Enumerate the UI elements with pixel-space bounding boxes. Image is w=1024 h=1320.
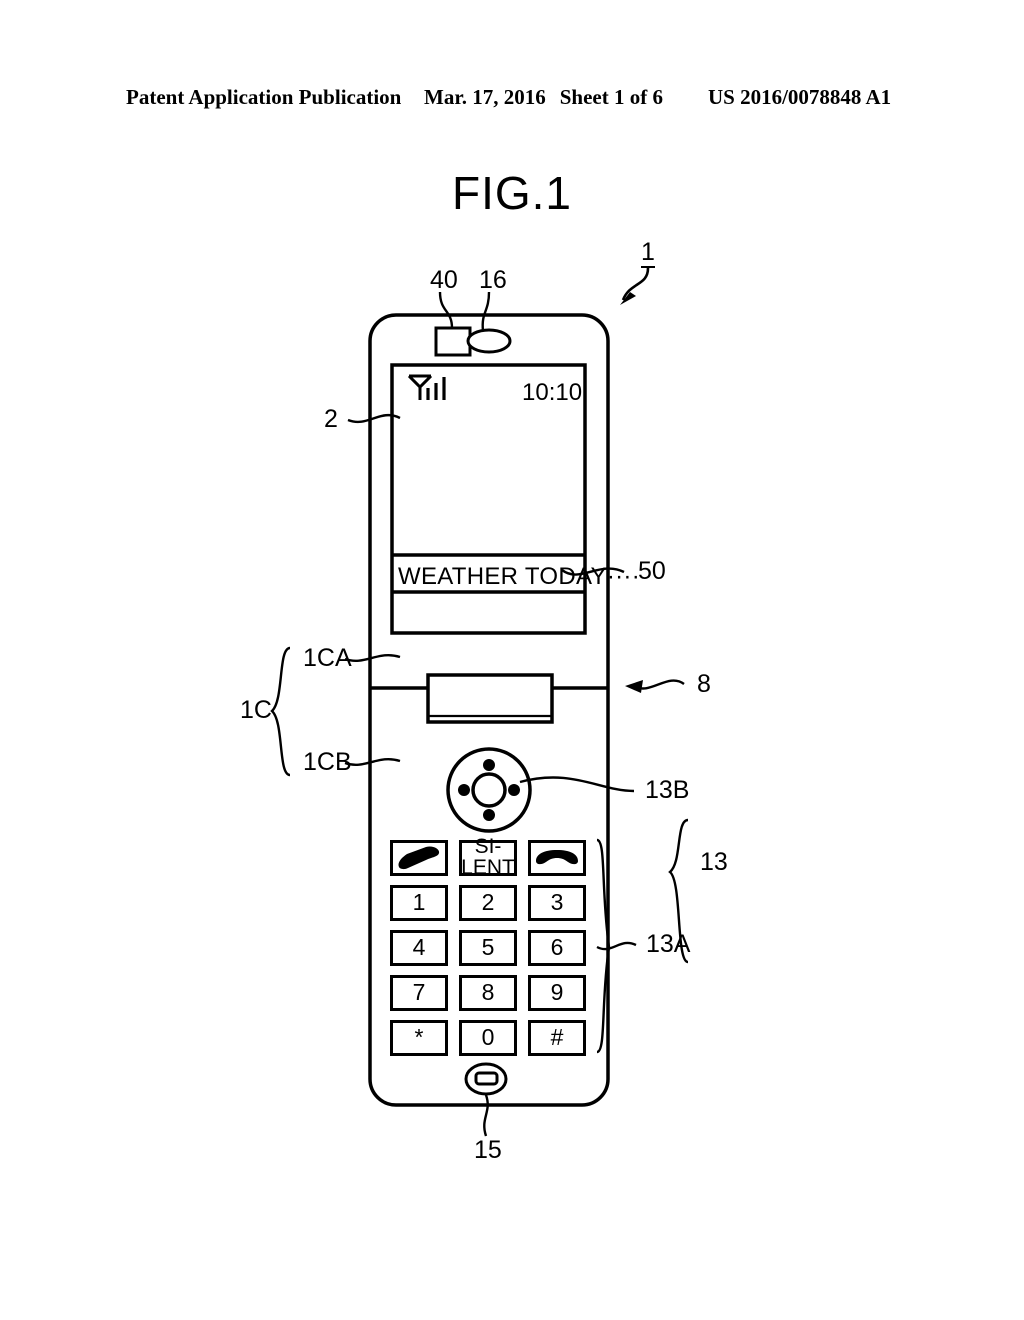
- key-2-label: 2: [481, 889, 495, 916]
- ref-microphone: 15: [474, 1136, 502, 1164]
- key-4[interactable]: 4: [390, 930, 448, 966]
- ref-hinge-section: 1C: [240, 696, 272, 724]
- key-0[interactable]: 0: [459, 1020, 517, 1056]
- key-1[interactable]: 1: [390, 885, 448, 921]
- ref-keypad: 13A: [646, 930, 691, 958]
- ref-display: 2: [324, 405, 338, 433]
- ref-operation-unit: 13: [700, 848, 728, 876]
- key-8-label: 8: [481, 979, 495, 1006]
- key-3[interactable]: 3: [528, 885, 586, 921]
- key-8[interactable]: 8: [459, 975, 517, 1011]
- status-clock: 10:10: [522, 379, 583, 406]
- key-2[interactable]: 2: [459, 885, 517, 921]
- key-5[interactable]: 5: [459, 930, 517, 966]
- key-star[interactable]: *: [390, 1020, 448, 1056]
- silent-key-label: SI- LENT: [461, 835, 515, 879]
- ref-device: 1: [641, 238, 655, 268]
- ref-speaker: 16: [479, 266, 507, 294]
- key-5-label: 5: [481, 934, 495, 961]
- directional-pad-icon[interactable]: [446, 747, 532, 833]
- leader-device: [621, 267, 650, 301]
- speaker-oval-icon: [466, 328, 512, 354]
- camera-square-icon: [434, 326, 472, 357]
- key-9[interactable]: 9: [528, 975, 586, 1011]
- key-3-label: 3: [550, 889, 564, 916]
- key-0-label: 0: [481, 1024, 495, 1051]
- end-call-key[interactable]: [528, 840, 586, 876]
- handset-call-icon: [398, 846, 440, 870]
- key-6[interactable]: 6: [528, 930, 586, 966]
- ref-hinge-lower: 1CB: [303, 748, 352, 776]
- handset-end-icon: [536, 850, 578, 865]
- microphone-icon: [464, 1062, 508, 1096]
- key-6-label: 6: [550, 934, 564, 961]
- key-7[interactable]: 7: [390, 975, 448, 1011]
- ref-ticker: 50: [638, 557, 666, 585]
- key-4-label: 4: [412, 934, 426, 961]
- key-7-label: 7: [412, 979, 426, 1006]
- silent-key[interactable]: SI- LENT: [459, 835, 517, 879]
- ref-camera: 40: [430, 266, 458, 294]
- figure-drawing: [270, 267, 689, 1137]
- weather-ticker-text: WEATHER TODAY····: [398, 563, 640, 590]
- key-hash[interactable]: #: [528, 1020, 586, 1056]
- ref-hinge-upper: 1CA: [303, 644, 352, 672]
- call-key[interactable]: [390, 840, 448, 876]
- key-9-label: 9: [550, 979, 564, 1006]
- leader-hinge-axis-arrowhead: [625, 680, 643, 693]
- ref-hinge-axis: 8: [697, 670, 711, 698]
- brace-hinge-section: [270, 646, 291, 777]
- key-1-label: 1: [412, 889, 426, 916]
- key-hash-label: #: [550, 1024, 564, 1051]
- ref-dpad: 13B: [645, 776, 690, 804]
- key-star-label: *: [414, 1024, 424, 1051]
